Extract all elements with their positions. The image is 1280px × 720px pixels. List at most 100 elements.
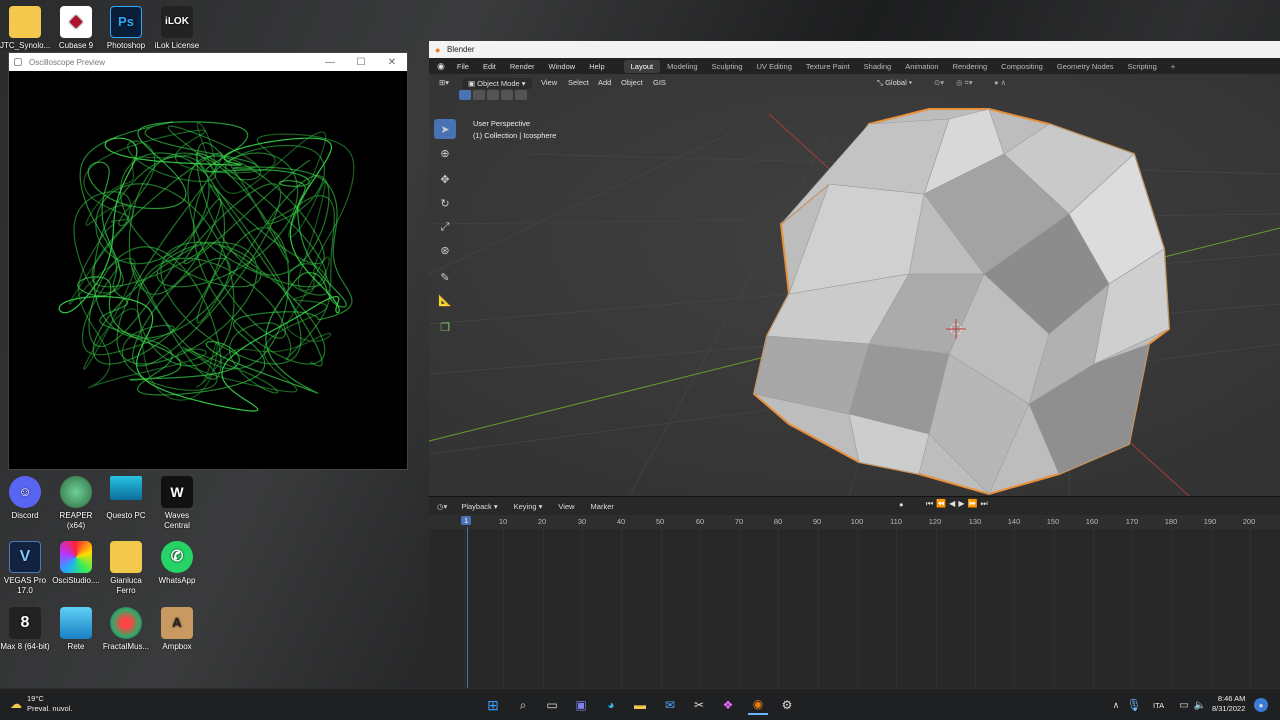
jump-end-icon[interactable]: ⏭: [980, 499, 990, 508]
tab-uv-editing[interactable]: UV Editing: [749, 60, 798, 73]
max-taskbar-icon[interactable]: ⚙: [777, 695, 797, 715]
edge-browser-icon[interactable]: ◕: [601, 695, 621, 715]
tab-animation[interactable]: Animation: [898, 60, 945, 73]
annotate-tool-icon[interactable]: ✎: [434, 267, 456, 287]
timeline-editor-type-icon[interactable]: ◷▾: [429, 502, 453, 511]
add-workspace-icon[interactable]: +: [1164, 60, 1182, 73]
desktop-icon-whatsapp[interactable]: ✆ WhatsApp: [152, 541, 202, 586]
viewport-menu-select[interactable]: Select: [568, 78, 589, 87]
editor-type-icon[interactable]: ⊞▾: [439, 78, 449, 87]
task-view-icon[interactable]: ▭: [542, 695, 562, 715]
select-extend-icon[interactable]: [473, 90, 485, 100]
blender-menu-logo-icon[interactable]: ◉: [429, 61, 450, 72]
desktop-icon-fractal[interactable]: FractalMus...: [101, 607, 151, 652]
viewport-menu-object[interactable]: Object: [621, 78, 643, 87]
cubase-icon: ◆: [60, 6, 92, 38]
timeline-menu-keying[interactable]: Keying ▾: [506, 502, 551, 511]
jump-start-icon[interactable]: ⏮: [926, 499, 936, 508]
microphone-icon[interactable]: 🎙: [1124, 695, 1144, 715]
desktop-icon-photoshop[interactable]: Ps Photoshop: [101, 6, 151, 51]
desktop-icon-waves[interactable]: W Waves Central: [152, 476, 202, 531]
tab-rendering[interactable]: Rendering: [946, 60, 995, 73]
blender-titlebar[interactable]: ● Blender: [429, 41, 1280, 58]
start-icon[interactable]: ⊞: [483, 695, 503, 715]
desktop-icon-max[interactable]: 8 Max 8 (64-bit): [0, 607, 50, 652]
measure-tool-icon[interactable]: 📐: [434, 290, 456, 310]
transform-orientation-dropdown[interactable]: ⤡ Global ▾: [877, 78, 912, 88]
blender-window[interactable]: ● Blender ◉ File Edit Render Window Help…: [429, 41, 1280, 689]
tab-layout[interactable]: Layout: [623, 59, 661, 73]
menu-window[interactable]: Window: [542, 62, 583, 71]
scale-tool-icon[interactable]: ⤢: [434, 217, 456, 237]
play-reverse-icon[interactable]: ◀: [949, 499, 958, 508]
timeline-editor[interactable]: ◷▾ Playback ▾ Keying ▾ View Marker ● ⏮⏪◀…: [429, 496, 1280, 689]
desktop-icon-vegas[interactable]: V VEGAS Pro 17.0: [0, 541, 50, 596]
pivot-icon[interactable]: ⊙▾: [934, 78, 944, 87]
minimize-icon[interactable]: —: [315, 53, 345, 71]
clock[interactable]: 8:46 AM 8/31/2022: [1212, 694, 1245, 714]
tab-shading[interactable]: Shading: [857, 60, 899, 73]
select-intersect-icon[interactable]: [515, 90, 527, 100]
tab-geometry-nodes[interactable]: Geometry Nodes: [1050, 60, 1121, 73]
tab-modeling[interactable]: Modeling: [660, 60, 704, 73]
viewport-menu-view[interactable]: View: [541, 78, 557, 87]
tab-compositing[interactable]: Compositing: [994, 60, 1050, 73]
viewport-menu-gis[interactable]: GIS: [653, 78, 666, 87]
desktop-icon-reaper[interactable]: REAPER (x64): [51, 476, 101, 531]
desktop-icon-gianluca-ferro[interactable]: Gianluca Ferro: [101, 541, 151, 596]
oscilloscope-window[interactable]: Oscilloscope Preview — ☐ ✕: [8, 52, 408, 470]
add-cube-tool-icon[interactable]: ❒: [434, 317, 456, 337]
select-box-tool-icon[interactable]: ➤: [434, 119, 456, 139]
notification-icon[interactable]: ●: [1254, 698, 1268, 712]
tab-sculpting[interactable]: Sculpting: [705, 60, 750, 73]
capcut-icon[interactable]: ✂: [689, 695, 709, 715]
maximize-icon[interactable]: ☐: [346, 53, 376, 71]
timeline-ruler[interactable]: 1 10 20 30 40 50 60 70 80 90 100 110 120…: [429, 515, 1280, 529]
search-icon[interactable]: ⌕: [513, 695, 533, 715]
menu-edit[interactable]: Edit: [476, 62, 503, 71]
desktop-icon-oscistudio[interactable]: OsciStudio....: [51, 541, 101, 586]
tab-scripting[interactable]: Scripting: [1121, 60, 1164, 73]
file-explorer-icon[interactable]: ▬: [630, 695, 650, 715]
desktop-icon-discord[interactable]: ☺ Discord: [0, 476, 50, 521]
oscistudio-taskbar-icon[interactable]: ❖: [718, 695, 738, 715]
mode-dropdown[interactable]: ▣ Object Mode ▾: [462, 78, 532, 89]
jump-keyframe-back-icon[interactable]: ⏪: [936, 499, 949, 508]
show-hidden-icons-icon[interactable]: ∧: [1106, 695, 1126, 715]
timeline-menu-view[interactable]: View: [550, 502, 582, 511]
3d-viewport[interactable]: ⊞▾ ▣ Object Mode ▾ View Select Add Objec…: [429, 74, 1280, 496]
select-invert-icon[interactable]: [501, 90, 513, 100]
desktop-icon-ilok[interactable]: iLOK iLok License: [152, 6, 202, 51]
jump-keyframe-forward-icon[interactable]: ⏩: [967, 499, 980, 508]
timeline-menu-playback[interactable]: Playback ▾: [453, 502, 505, 511]
viewport-menu-add[interactable]: Add: [598, 78, 611, 87]
desktop-icon-cubase[interactable]: ◆ Cubase 9: [51, 6, 101, 51]
oscilloscope-titlebar[interactable]: Oscilloscope Preview — ☐ ✕: [9, 53, 407, 71]
menu-file[interactable]: File: [450, 62, 476, 71]
tab-texture-paint[interactable]: Texture Paint: [799, 60, 857, 73]
desktop-icon-ampbox[interactable]: A Ampbox: [152, 607, 202, 652]
language-indicator[interactable]: ITA: [1153, 701, 1164, 710]
current-frame-indicator[interactable]: 1: [461, 516, 472, 525]
desktop-icon-questo-pc[interactable]: Questo PC: [101, 476, 151, 521]
proportional-edit-icon[interactable]: ● ∧: [994, 78, 1006, 87]
record-icon[interactable]: ●: [899, 500, 904, 509]
transform-tool-icon[interactable]: ⊛: [434, 240, 456, 260]
select-new-icon[interactable]: [459, 90, 471, 100]
desktop-icon-rete[interactable]: Rete: [51, 607, 101, 652]
blender-taskbar-icon[interactable]: ◉: [748, 695, 768, 715]
cursor-tool-icon[interactable]: ⊕: [434, 143, 456, 163]
close-icon[interactable]: ✕: [377, 53, 407, 71]
mail-icon[interactable]: ✉: [660, 695, 680, 715]
timeline-menu-marker[interactable]: Marker: [583, 502, 622, 511]
menu-help[interactable]: Help: [582, 62, 611, 71]
menu-render[interactable]: Render: [503, 62, 542, 71]
desktop-icon-jtc[interactable]: JTC_Synolo...: [0, 6, 50, 51]
teams-chat-icon[interactable]: ▣: [571, 695, 591, 715]
snap-icon[interactable]: ◎ ⌗▾: [956, 78, 973, 88]
volume-icon[interactable]: 🔈: [1190, 695, 1210, 715]
select-subtract-icon[interactable]: [487, 90, 499, 100]
weather-widget[interactable]: ☁ 19°C Preval. nuvol.: [10, 694, 72, 714]
move-tool-icon[interactable]: ✥: [434, 169, 456, 189]
rotate-tool-icon[interactable]: ↻: [434, 193, 456, 213]
